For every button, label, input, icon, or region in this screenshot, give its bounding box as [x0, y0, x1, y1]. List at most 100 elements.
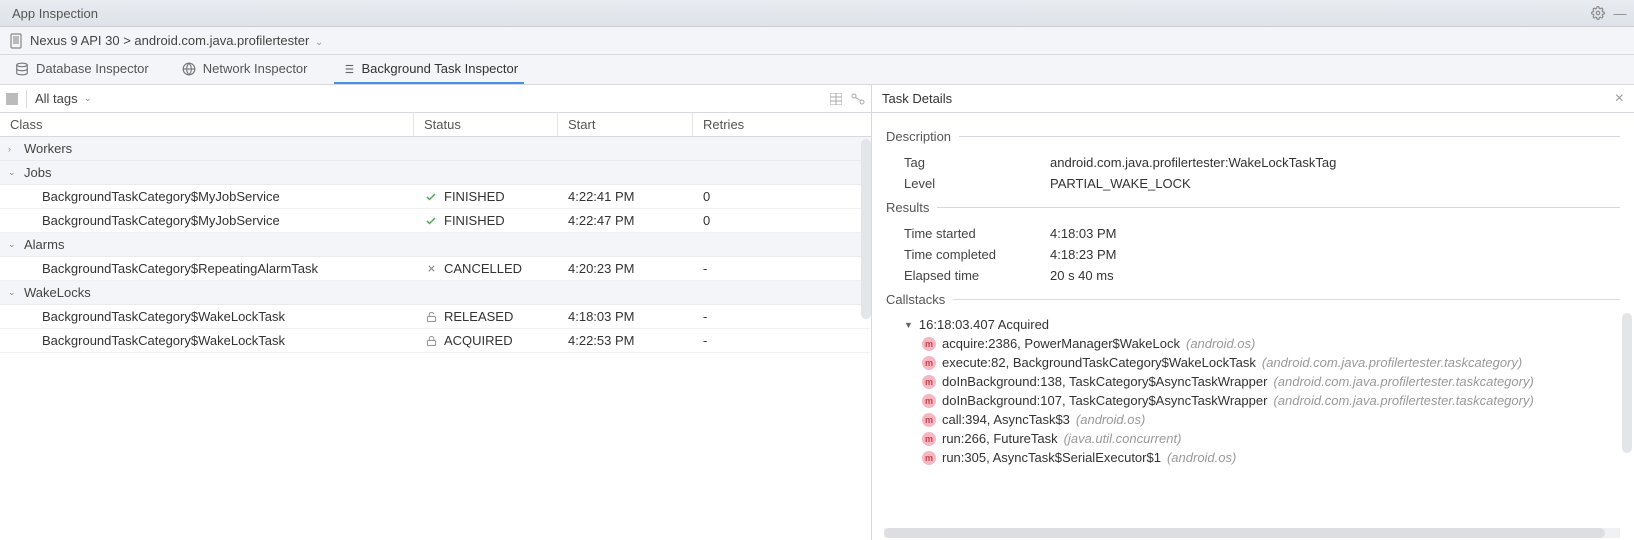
method-icon: m — [922, 356, 936, 370]
table-row[interactable]: BackgroundTaskCategory$RepeatingAlarmTas… — [0, 257, 871, 281]
cross-icon — [424, 262, 438, 276]
method-icon: m — [922, 337, 936, 351]
table-row[interactable]: BackgroundTaskCategory$WakeLockTask RELE… — [0, 305, 871, 329]
database-icon — [14, 61, 30, 77]
table-row[interactable]: BackgroundTaskCategory$WakeLockTask ACQU… — [0, 329, 871, 353]
callstack-node-label: 16:18:03.407 Acquired — [919, 317, 1049, 332]
frame-text: acquire:2386, PowerManager$WakeLock — [942, 336, 1180, 351]
group-row[interactable]: ⌄Alarms — [0, 233, 871, 257]
col-header-status[interactable]: Status — [414, 113, 558, 136]
label-level: Level — [904, 176, 1050, 191]
col-header-retries[interactable]: Retries — [693, 113, 871, 136]
label-started: Time started — [904, 226, 1050, 241]
table-row[interactable]: BackgroundTaskCategory$MyJobService FINI… — [0, 209, 871, 233]
callstack-node[interactable]: ▼ 16:18:03.407 Acquired — [904, 315, 1620, 334]
triangle-icon: ⌄ — [8, 239, 18, 250]
chevron-down-icon: ⌄ — [84, 93, 92, 104]
details-body: Description Tagandroid.com.java.profiler… — [872, 113, 1634, 540]
cell-class: BackgroundTaskCategory$MyJobService — [0, 189, 414, 204]
tab-background-task-inspector[interactable]: Background Task Inspector — [334, 55, 525, 84]
vertical-scrollbar[interactable] — [861, 139, 871, 319]
method-icon: m — [922, 375, 936, 389]
cell-retries: 0 — [693, 213, 871, 228]
method-icon: m — [922, 413, 936, 427]
task-table-panel: All tags ⌄ Class Status Start Retries ›W — [0, 85, 872, 540]
frame-package: (android.com.java.profilertester.taskcat… — [1262, 355, 1522, 370]
group-name: Workers — [24, 141, 72, 156]
cell-start: 4:18:03 PM — [558, 309, 693, 324]
tab-database-inspector[interactable]: Database Inspector — [8, 55, 155, 84]
tab-label: Network Inspector — [203, 61, 308, 76]
table-header: Class Status Start Retries — [0, 113, 871, 137]
frame-package: (android.os) — [1167, 450, 1236, 465]
chevron-down-icon: ⌄ — [315, 37, 323, 48]
method-icon: m — [922, 432, 936, 446]
table-row[interactable]: BackgroundTaskCategory$MyJobService FINI… — [0, 185, 871, 209]
group-name: Jobs — [24, 165, 51, 180]
col-header-start[interactable]: Start — [558, 113, 693, 136]
section-description: Description — [886, 129, 1620, 144]
frame-package: (android.os) — [1076, 412, 1145, 427]
breadcrumb-text: Nexus 9 API 30 > android.com.java.profil… — [30, 33, 309, 48]
callstack-frame[interactable]: m acquire:2386, PowerManager$WakeLock (a… — [904, 334, 1620, 353]
cell-status: ACQUIRED — [414, 333, 558, 348]
frame-text: doInBackground:138, TaskCategory$AsyncTa… — [942, 374, 1267, 389]
cell-start: 4:22:41 PM — [558, 189, 693, 204]
unlock-icon — [424, 310, 438, 324]
triangle-icon: ⌄ — [8, 287, 18, 298]
section-callstacks: Callstacks — [886, 292, 1620, 307]
group-row[interactable]: ⌄WakeLocks — [0, 281, 871, 305]
callstack-frame[interactable]: m doInBackground:138, TaskCategory$Async… — [904, 372, 1620, 391]
label-elapsed: Elapsed time — [904, 268, 1050, 283]
horizontal-scrollbar[interactable] — [884, 528, 1605, 538]
settings-icon[interactable] — [1590, 5, 1606, 21]
table-view-icon[interactable] — [829, 92, 843, 106]
stop-button[interactable] — [6, 93, 18, 105]
cell-class: BackgroundTaskCategory$MyJobService — [0, 213, 414, 228]
tags-filter[interactable]: All tags ⌄ — [35, 91, 92, 106]
frame-text: execute:82, BackgroundTaskCategory$WakeL… — [942, 355, 1256, 370]
frame-package: (android.com.java.profilertester.taskcat… — [1273, 393, 1533, 408]
detail-row: Tagandroid.com.java.profilertester:WakeL… — [886, 152, 1620, 173]
col-header-class[interactable]: Class — [0, 113, 414, 136]
callstack-frame[interactable]: m run:305, AsyncTask$SerialExecutor$1 (a… — [904, 448, 1620, 467]
check-icon — [424, 190, 438, 204]
tab-network-inspector[interactable]: Network Inspector — [175, 55, 314, 84]
detail-row: LevelPARTIAL_WAKE_LOCK — [886, 173, 1620, 194]
graph-view-icon[interactable] — [851, 92, 865, 106]
callstack-frame[interactable]: m execute:82, BackgroundTaskCategory$Wak… — [904, 353, 1620, 372]
frame-text: doInBackground:107, TaskCategory$AsyncTa… — [942, 393, 1267, 408]
section-label: Callstacks — [886, 292, 945, 307]
cell-start: 4:20:23 PM — [558, 261, 693, 276]
frame-text: run:305, AsyncTask$SerialExecutor$1 — [942, 450, 1161, 465]
frame-package: (android.os) — [1186, 336, 1255, 351]
tab-label: Database Inspector — [36, 61, 149, 76]
cell-start: 4:22:47 PM — [558, 213, 693, 228]
frame-text: run:266, FutureTask — [942, 431, 1058, 446]
minimize-icon[interactable]: — — [1612, 5, 1628, 21]
process-selector[interactable]: Nexus 9 API 30 > android.com.java.profil… — [30, 33, 323, 48]
value-started: 4:18:03 PM — [1050, 226, 1117, 241]
vertical-scrollbar[interactable] — [1622, 313, 1632, 453]
tab-label: Background Task Inspector — [362, 61, 519, 76]
method-icon: m — [922, 451, 936, 465]
group-row[interactable]: ⌄Jobs — [0, 161, 871, 185]
section-label: Description — [886, 129, 951, 144]
label-tag: Tag — [904, 155, 1050, 170]
filter-bar: All tags ⌄ — [0, 85, 871, 113]
details-header: Task Details × — [872, 85, 1634, 113]
method-icon: m — [922, 394, 936, 408]
callstack-frame[interactable]: m call:394, AsyncTask$3 (android.os) — [904, 410, 1620, 429]
window-title: App Inspection — [12, 6, 98, 21]
horizontal-scrollbar-track[interactable] — [884, 528, 1620, 538]
task-table: Class Status Start Retries ›Workers⌄Jobs… — [0, 113, 871, 540]
value-level: PARTIAL_WAKE_LOCK — [1050, 176, 1191, 191]
close-icon[interactable]: × — [1615, 90, 1624, 108]
callstack-frame[interactable]: m run:266, FutureTask (java.util.concurr… — [904, 429, 1620, 448]
check-icon — [424, 214, 438, 228]
cell-retries: 0 — [693, 189, 871, 204]
task-details-panel: Task Details × Description Tagandroid.co… — [872, 85, 1634, 540]
value-tag: android.com.java.profilertester:WakeLock… — [1050, 155, 1336, 170]
callstack-frame[interactable]: m doInBackground:107, TaskCategory$Async… — [904, 391, 1620, 410]
group-row[interactable]: ›Workers — [0, 137, 871, 161]
